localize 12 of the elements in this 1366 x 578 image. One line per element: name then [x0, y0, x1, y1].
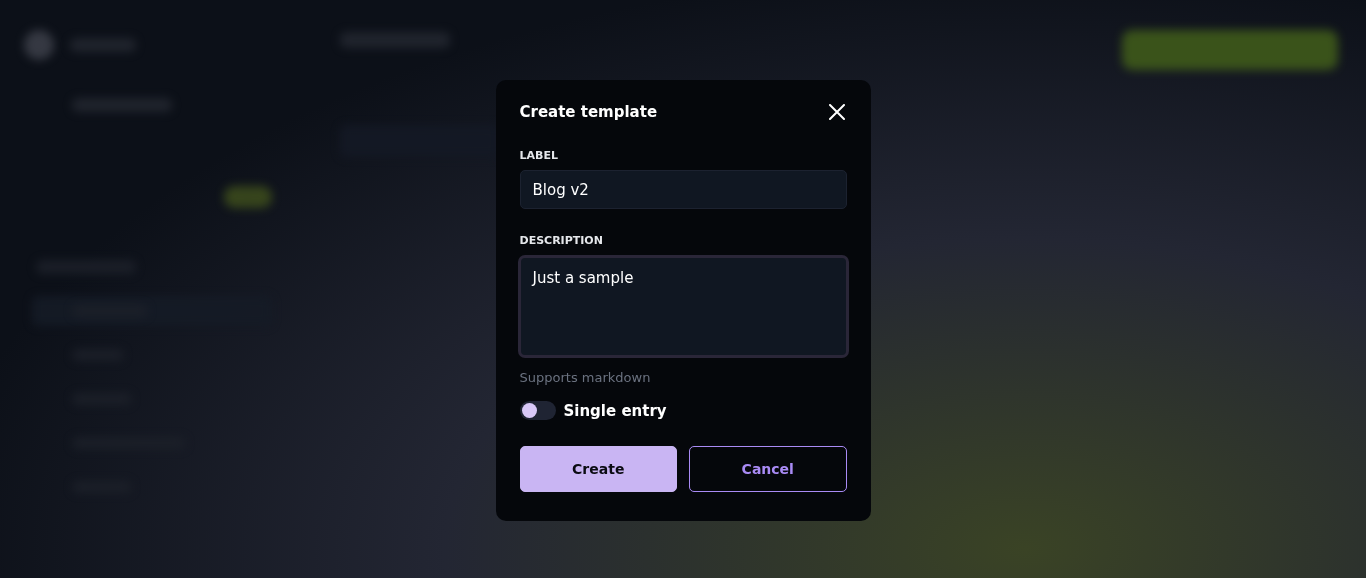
description-textarea[interactable]: Just a sample	[517, 255, 849, 358]
close-icon	[828, 104, 845, 120]
field-label: DESCRIPTION	[519, 234, 604, 247]
label-input[interactable]: Blog v2	[519, 170, 847, 209]
toggle-label: Single entry	[563, 401, 667, 420]
field-label: LABEL	[519, 149, 559, 162]
close-button[interactable]	[826, 102, 847, 122]
dialog-title: Create template	[519, 103, 658, 121]
hint-text: Supports markdown	[519, 370, 652, 385]
toggle-switch[interactable]	[519, 401, 556, 420]
cancel-button[interactable]: Cancel	[689, 446, 847, 492]
create-button[interactable]: Create	[519, 446, 677, 492]
